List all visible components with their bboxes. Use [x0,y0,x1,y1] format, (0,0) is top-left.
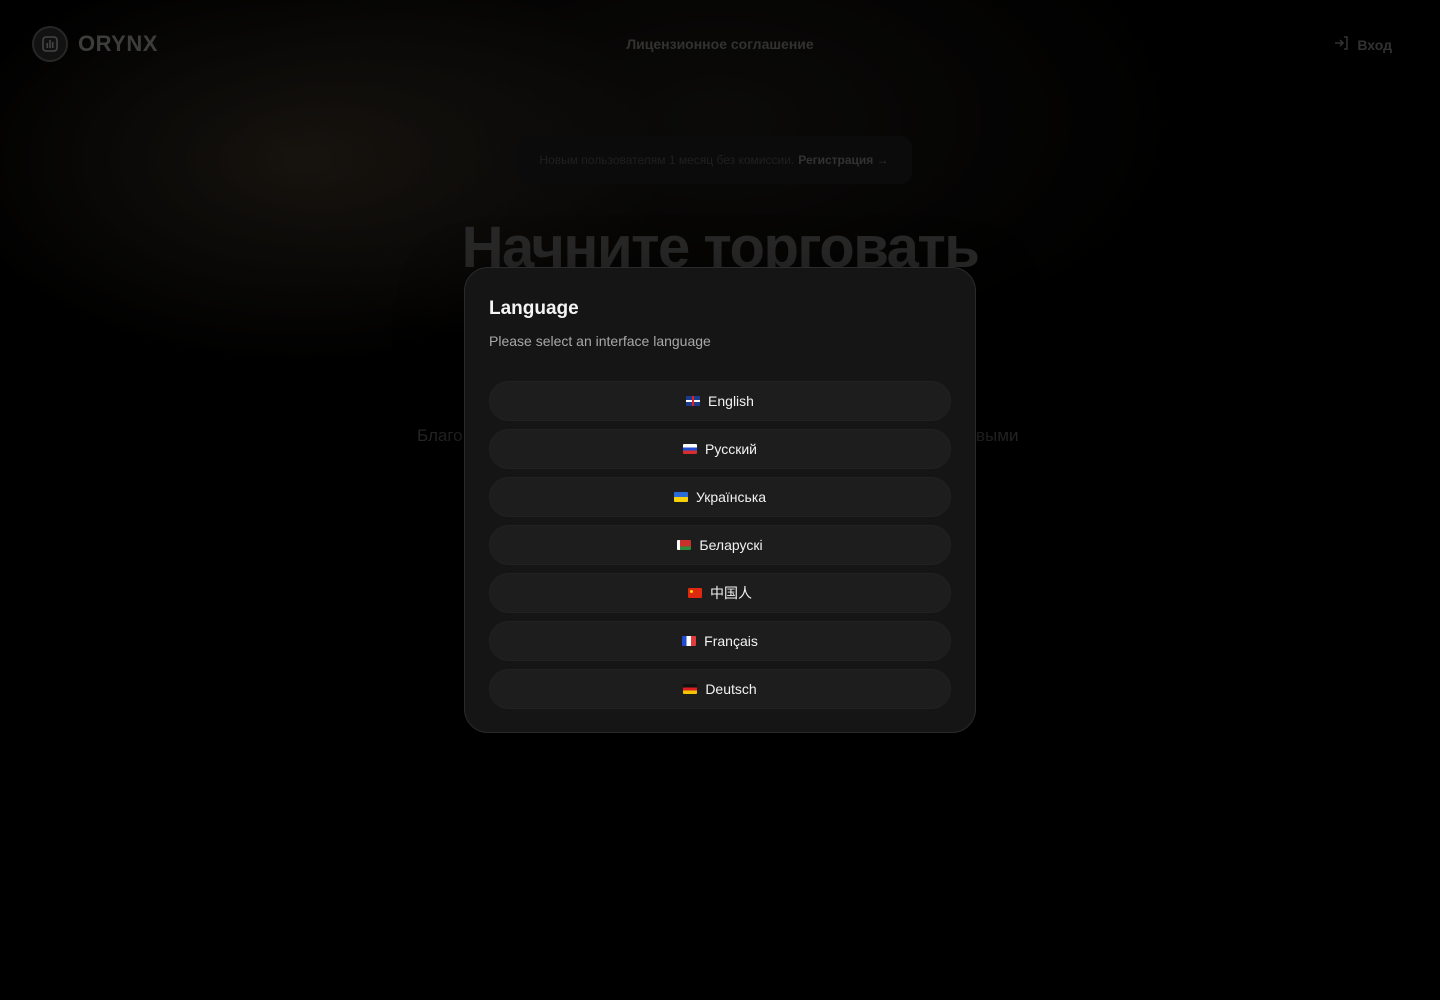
language-label: Français [704,633,758,649]
language-option-chinese[interactable]: 中国人 [489,573,951,613]
language-option-ukrainian[interactable]: Українська [489,477,951,517]
ru-flag-icon [683,444,698,454]
language-label: Українська [695,489,767,505]
cn-flag-icon [688,588,702,598]
ua-flag-icon [673,492,688,502]
de-flag-icon [683,684,698,694]
language-list: English Русский Українська Беларускі 中国人… [489,381,951,709]
language-modal: Language Please select an interface lang… [464,267,976,733]
language-option-german[interactable]: Deutsch [489,669,951,709]
fr-flag-icon [682,636,697,646]
language-label: Deutsch [705,681,757,697]
language-option-french[interactable]: Français [489,621,951,661]
gb-flag-icon [686,396,701,406]
language-label: Беларускі [699,537,763,553]
language-label: 中国人 [710,585,752,601]
language-label: Русский [705,441,757,457]
by-flag-icon [677,540,692,550]
language-option-english[interactable]: English [489,381,951,421]
modal-title: Language [489,298,579,319]
language-option-russian[interactable]: Русский [489,429,951,469]
language-label: English [708,393,754,409]
language-option-belarusian[interactable]: Беларускі [489,525,951,565]
modal-description: Please select an interface language [489,333,711,349]
